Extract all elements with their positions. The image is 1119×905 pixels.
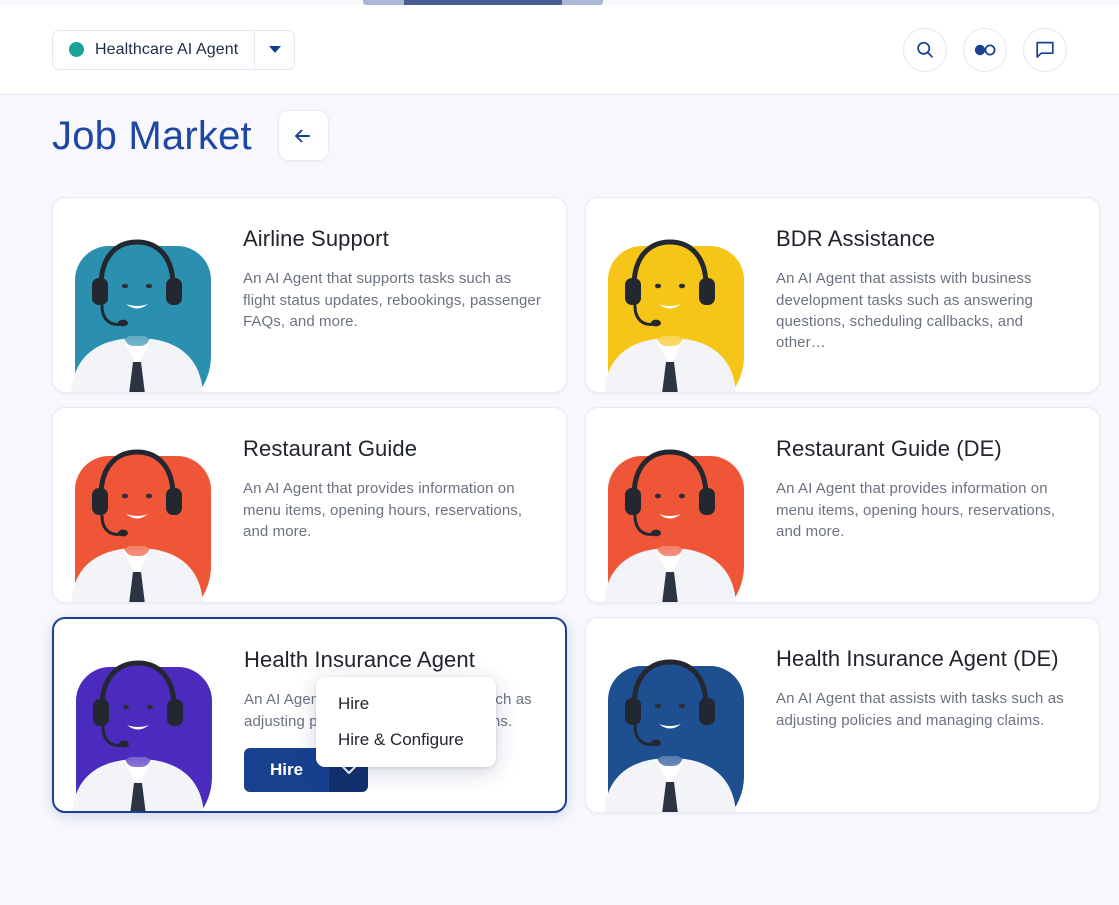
agent-card-title: Airline Support <box>243 226 389 251</box>
job-market-grid: Airline Support An AI Agent that support… <box>52 197 1100 813</box>
arrow-left-icon <box>295 129 311 142</box>
agent-card-title: BDR Assistance <box>776 226 936 251</box>
agent-card-body: Airline Support An AI Agent that support… <box>221 198 566 392</box>
agent-card-body: Restaurant Guide (DE) An AI Agent that p… <box>754 408 1099 602</box>
agent-card-title: Restaurant Guide (DE) <box>776 436 1002 461</box>
status-dot-icon <box>69 42 84 57</box>
agent-card-description: An AI Agent that provides information on… <box>776 480 1056 540</box>
connection-toggle-icon <box>974 44 996 55</box>
agent-card-body: Health Insurance Agent (DE) An AI Agent … <box>754 618 1099 812</box>
back-button[interactable] <box>277 110 329 161</box>
agent-portrait <box>71 449 203 602</box>
hire-menu-item[interactable]: Hire <box>316 686 496 722</box>
agent-card-title: Health Insurance Agent (DE) <box>776 646 1059 671</box>
agent-card-media <box>586 198 754 392</box>
agent-card-media <box>586 618 754 812</box>
agent-card-title: Restaurant Guide <box>243 436 418 461</box>
agent-card-description: An AI Agent that provides information on… <box>243 480 523 540</box>
agent-card[interactable]: Restaurant Guide An AI Agent that provid… <box>52 407 567 603</box>
search-button[interactable] <box>903 27 947 72</box>
page-header: Job Market <box>52 110 329 161</box>
hire-menu-item[interactable]: Hire & Configure <box>316 722 496 758</box>
agent-card[interactable]: BDR Assistance An AI Agent that assists … <box>585 197 1100 393</box>
agent-portrait <box>72 660 204 811</box>
agent-selector-label: Healthcare AI Agent <box>95 40 239 58</box>
header-actions <box>903 27 1067 72</box>
agent-card-body: BDR Assistance An AI Agent that assists … <box>754 198 1099 392</box>
agent-card-description: An AI Agent that assists with business d… <box>776 270 1033 352</box>
app-header: Healthcare AI Agent <box>0 5 1119 95</box>
agent-portrait <box>71 239 203 392</box>
chevron-down-icon <box>268 46 281 53</box>
agent-card-body: Restaurant Guide An AI Agent that provid… <box>221 408 566 602</box>
agent-portrait <box>604 239 736 392</box>
agent-card-media <box>53 408 221 602</box>
agent-selector-dropdown-button[interactable] <box>254 30 294 69</box>
agent-card-media <box>54 619 222 811</box>
chat-button[interactable] <box>1023 27 1067 72</box>
agent-card-media <box>586 408 754 602</box>
agent-portrait <box>604 449 736 602</box>
agent-card-title: Health Insurance Agent <box>244 647 475 672</box>
page-title: Job Market <box>52 113 252 158</box>
agent-card[interactable]: Airline Support An AI Agent that support… <box>52 197 567 393</box>
search-icon <box>917 41 933 58</box>
agent-selector[interactable]: Healthcare AI Agent <box>52 29 296 70</box>
chat-bubble-icon <box>1036 41 1054 58</box>
agent-selector-main[interactable]: Healthcare AI Agent <box>53 31 254 69</box>
hire-dropdown-menu: Hire Hire & Configure <box>316 677 496 767</box>
agent-card[interactable]: Restaurant Guide (DE) An AI Agent that p… <box>585 407 1100 603</box>
agent-card-media <box>53 198 221 392</box>
agent-card[interactable]: Health Insurance Agent (DE) An AI Agent … <box>585 617 1100 813</box>
agent-card-description: An AI Agent that supports tasks such as … <box>243 270 541 330</box>
agent-card[interactable]: Health Insurance Agent An AI Agent that … <box>52 617 567 813</box>
agent-portrait <box>604 659 736 812</box>
connections-button[interactable] <box>963 27 1007 72</box>
agent-card-description: An AI Agent that assists with tasks such… <box>776 690 1064 729</box>
